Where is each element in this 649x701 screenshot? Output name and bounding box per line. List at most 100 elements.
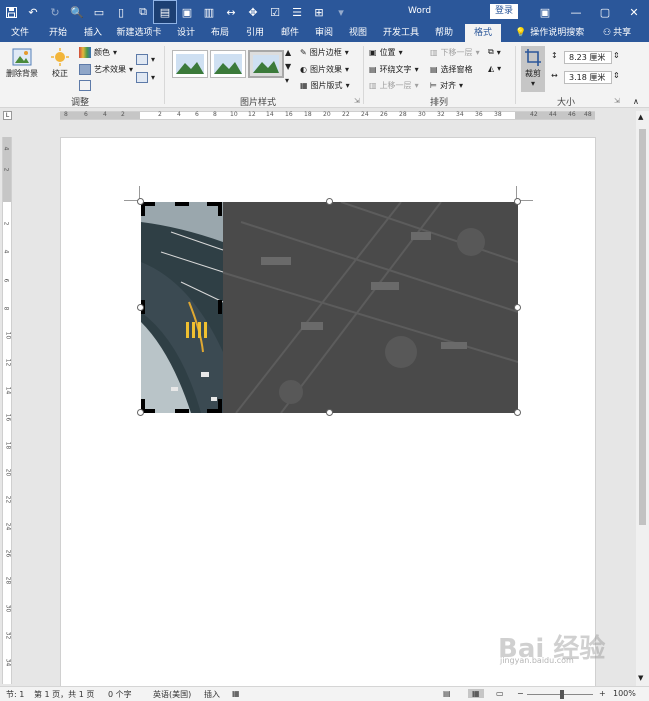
status-page[interactable]: 第 1 页，共 1 页: [34, 689, 94, 700]
tab-insert[interactable]: 插入: [79, 24, 107, 42]
crop-handle-bottom[interactable]: [175, 409, 189, 413]
tab-view[interactable]: 视图: [344, 24, 372, 42]
new-doc-icon[interactable]: ▯: [110, 1, 132, 23]
styles-scroll-up[interactable]: ▲: [285, 48, 291, 57]
resize-handle[interactable]: [326, 409, 333, 416]
scrollbar-thumb[interactable]: [639, 129, 646, 525]
status-mode[interactable]: 插入: [204, 689, 220, 700]
tab-design[interactable]: 设计: [172, 24, 200, 42]
maximize-icon[interactable]: ▢: [590, 0, 620, 24]
collapse-ribbon-icon[interactable]: ∧: [633, 97, 639, 106]
vertical-ruler[interactable]: 4 2 2 4 6 8 10 12 14 16 18 20 22 24 26 2…: [2, 137, 12, 684]
tab-layout[interactable]: 布局: [206, 24, 234, 42]
zoom-in-icon[interactable]: +: [599, 689, 606, 698]
close-icon[interactable]: ✕: [619, 0, 649, 24]
scroll-up-icon[interactable]: ▲: [638, 113, 643, 121]
crop-handle-top[interactable]: [175, 202, 189, 206]
width-input[interactable]: 3.18 厘米: [564, 71, 612, 84]
resize-handle[interactable]: [514, 304, 521, 311]
styles-scroll-down[interactable]: ▼: [285, 62, 291, 71]
send-backward-button[interactable]: ▥ 下移一层 ▾: [430, 47, 480, 58]
picture-layout-button[interactable]: ▦ 图片版式 ▾: [300, 80, 350, 91]
picture-effects-button[interactable]: ◐ 图片效果 ▾: [300, 64, 349, 75]
wrap-text-button[interactable]: ▤ 环绕文字 ▾: [369, 64, 419, 75]
tab-selector[interactable]: L: [3, 111, 12, 120]
select-icon[interactable]: ☑: [264, 1, 286, 23]
resize-handle[interactable]: [137, 304, 144, 311]
tab-new[interactable]: 新建选项卡: [115, 24, 163, 42]
login-button[interactable]: 登录: [490, 4, 519, 19]
status-words[interactable]: 0 个字: [108, 689, 132, 700]
minimize-icon[interactable]: —: [561, 0, 591, 24]
crop-handle-right[interactable]: [218, 300, 222, 314]
height-input[interactable]: 8.23 厘米: [564, 51, 612, 64]
tab-mailings[interactable]: 邮件: [276, 24, 304, 42]
copy-icon[interactable]: ⧉: [132, 1, 154, 23]
vertical-scrollbar[interactable]: ▲ ▼: [636, 111, 649, 686]
artistic-effects-button[interactable]: 艺术效果 ▾: [79, 64, 133, 75]
cropped-picture[interactable]: [141, 201, 519, 414]
web-layout-view-icon[interactable]: ▭: [496, 689, 504, 698]
change-picture-button[interactable]: ▾: [136, 54, 155, 65]
tab-home[interactable]: 开始: [44, 24, 72, 42]
tab-developer[interactable]: 开发工具: [381, 24, 421, 42]
resize-handle[interactable]: [514, 198, 521, 205]
crop-handle-br[interactable]: [218, 399, 222, 413]
tab-review[interactable]: 审阅: [310, 24, 338, 42]
zoom-out-icon[interactable]: −: [517, 689, 524, 698]
open-folder-icon[interactable]: ▭: [88, 1, 110, 23]
cursor-icon[interactable]: ✥: [242, 1, 264, 23]
scroll-down-icon[interactable]: ▼: [638, 674, 643, 682]
style-dialog-launcher[interactable]: ⇲: [354, 97, 360, 105]
picture-style-3[interactable]: [248, 50, 284, 78]
picture-style-2[interactable]: [210, 50, 246, 78]
picture-border-button[interactable]: ✎ 图片边框 ▾: [300, 47, 349, 58]
tab-references[interactable]: 引用: [241, 24, 269, 42]
zoom-level[interactable]: 100%: [613, 689, 636, 698]
resize-handle[interactable]: [514, 409, 521, 416]
color-button[interactable]: 颜色 ▾: [79, 47, 117, 58]
columns-icon[interactable]: ▥: [198, 1, 220, 23]
resize-handle[interactable]: [137, 198, 144, 205]
position-button[interactable]: ▣ 位置 ▾: [369, 47, 403, 58]
print-preview-icon[interactable]: 🔍: [66, 1, 88, 23]
rotate-button[interactable]: ◭ ▾: [488, 64, 501, 73]
undo-icon[interactable]: ↶: [22, 1, 44, 23]
size-dialog-launcher[interactable]: ⇲: [614, 97, 620, 105]
styles-more[interactable]: ▾: [285, 76, 289, 85]
read-mode-icon[interactable]: ▤: [153, 0, 177, 24]
group-objects-button[interactable]: ⧉ ▾: [488, 47, 501, 57]
bring-forward-button[interactable]: ▥ 上移一层 ▾: [369, 80, 419, 91]
tell-me-search[interactable]: 💡 操作说明搜索: [515, 24, 584, 42]
tab-format[interactable]: 格式: [465, 24, 501, 42]
horizontal-ruler[interactable]: 8 6 4 2 2 4 6 8 10 12 14 16 18 20 22 24 …: [60, 111, 595, 120]
line-spacing-icon[interactable]: ↔: [220, 1, 242, 23]
align-button[interactable]: ⊨ 对齐 ▾: [430, 80, 463, 91]
picture-icon[interactable]: ▣: [176, 1, 198, 23]
height-stepper[interactable]: ⇕: [613, 51, 620, 60]
share-button[interactable]: ⚇ 共享: [603, 24, 631, 42]
tab-file[interactable]: 文件: [6, 24, 34, 42]
picture-style-1[interactable]: [172, 50, 208, 78]
crop-handle-tr[interactable]: [218, 202, 222, 216]
status-language[interactable]: 英语(美国): [153, 689, 191, 700]
list-icon[interactable]: ☰: [286, 1, 308, 23]
save-icon[interactable]: [0, 1, 22, 23]
tab-help[interactable]: 帮助: [430, 24, 458, 42]
selection-pane-button[interactable]: ▤ 选择窗格: [430, 64, 473, 75]
resize-handle[interactable]: [137, 409, 144, 416]
macro-icon[interactable]: ▦: [232, 689, 240, 698]
crop-button[interactable]: 裁剪 ▾: [521, 46, 545, 92]
status-section[interactable]: 节: 1: [6, 689, 24, 700]
reset-picture-button[interactable]: ▾: [136, 72, 155, 83]
read-mode-view-icon[interactable]: ▤: [443, 689, 451, 698]
customize-qat-icon[interactable]: ▾: [330, 1, 352, 23]
ribbon-display-icon[interactable]: ▣: [530, 0, 560, 24]
redo-icon[interactable]: ↻: [44, 1, 66, 23]
resize-handle[interactable]: [326, 198, 333, 205]
zoom-slider-knob[interactable]: [560, 690, 564, 699]
remove-background-button[interactable]: 删除背景: [6, 48, 38, 79]
correct-button[interactable]: 校正: [50, 48, 70, 79]
width-stepper[interactable]: ⇕: [613, 71, 620, 80]
format-icon[interactable]: ⊞: [308, 1, 330, 23]
